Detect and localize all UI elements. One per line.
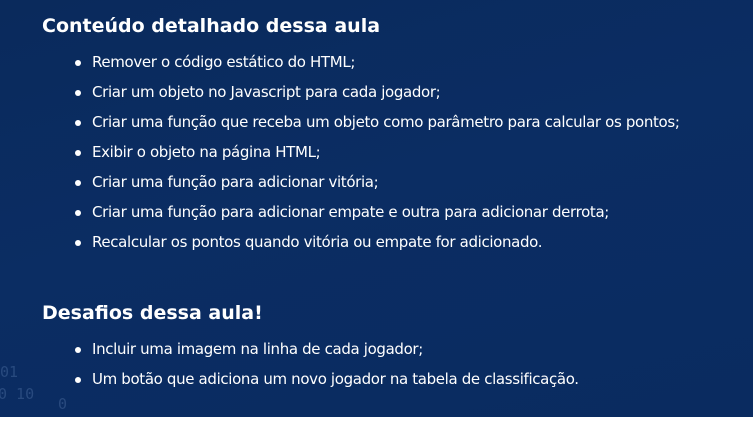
background-code-digits: 01: [0, 363, 19, 381]
list-item: Criar uma função para adicionar empate e…: [72, 197, 680, 227]
lesson-content-panel: 01 0 10 0 Conteúdo detalhado dessa aula …: [0, 0, 753, 417]
list-item: Um botão que adiciona um novo jogador na…: [72, 364, 579, 394]
list-item: Criar um objeto no Javascript para cada …: [72, 77, 680, 107]
list-item: Exibir o objeto na página HTML;: [72, 137, 680, 167]
list-item: Criar uma função para adicionar vitória;: [72, 167, 680, 197]
list-item: Criar uma função que receba um objeto co…: [72, 107, 680, 137]
content-topics-list: Remover o código estático do HTML; Criar…: [72, 47, 680, 257]
content-section-title: Conteúdo detalhado dessa aula: [42, 15, 381, 37]
challenges-list: Incluir uma imagem na linha de cada joga…: [72, 334, 579, 394]
list-item: Remover o código estático do HTML;: [72, 47, 680, 77]
list-item: Recalcular os pontos quando vitória ou e…: [72, 227, 680, 257]
background-code-digits: 0: [58, 395, 68, 413]
challenges-section-title: Desafios dessa aula!: [42, 302, 263, 324]
background-code-digits: 0 10: [0, 385, 35, 403]
list-item: Incluir uma imagem na linha de cada joga…: [72, 334, 579, 364]
page-bottom-strip: [0, 417, 753, 422]
